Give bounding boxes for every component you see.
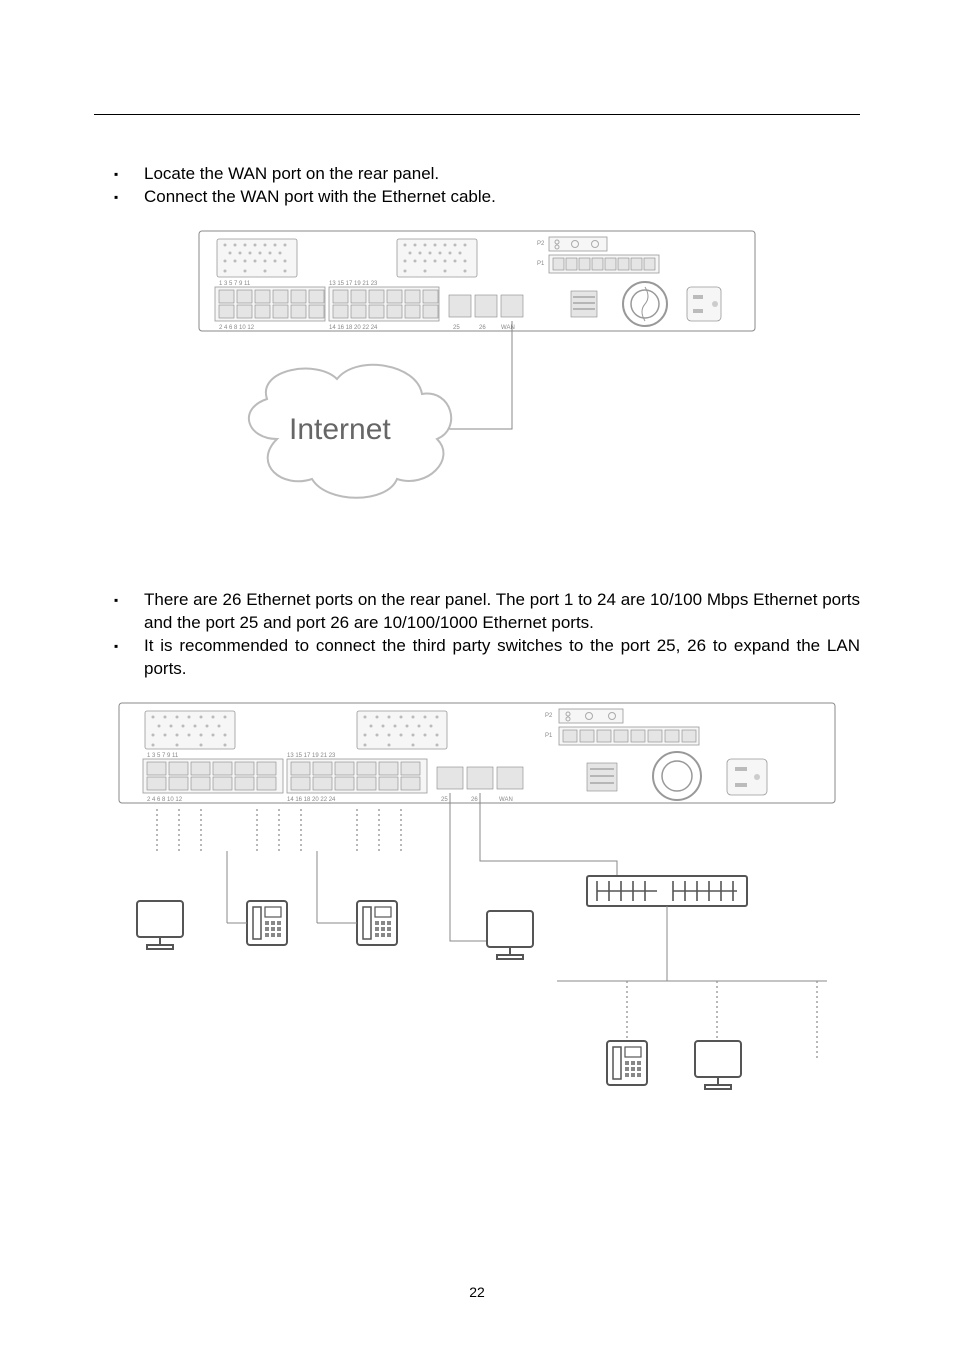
- wan-port-label: WAN: [499, 797, 513, 803]
- svg-text:2 4 6 8 10 12: 2 4 6 8 10 12: [147, 797, 183, 803]
- psu-p1-label: P1: [545, 733, 553, 739]
- lan-cables: [157, 809, 401, 851]
- ip-phone-icon: [247, 901, 287, 945]
- device-panel: P2 P1 1 3 5 7 9 11 13 15 17 19 21 23: [199, 231, 755, 331]
- pc-icon: [137, 901, 183, 949]
- svg-text:1 3 5 7 9 11: 1 3 5 7 9 11: [219, 281, 251, 287]
- section2-bullets: There are 26 Ethernet ports on the rear …: [94, 589, 860, 681]
- svg-text:14 16 18 20 22 24: 14 16 18 20 22 24: [287, 797, 336, 803]
- svg-text:26: 26: [479, 325, 486, 331]
- svg-text:14 16 18 20 22 24: 14 16 18 20 22 24: [329, 325, 378, 331]
- psu-p1-label: P1: [537, 261, 545, 267]
- list-item: Locate the WAN port on the rear panel.: [144, 163, 860, 186]
- ip-phone-icon: [357, 901, 397, 945]
- svg-text:2 4 6 8 10 12: 2 4 6 8 10 12: [219, 325, 255, 331]
- cloud-label: Internet: [289, 413, 391, 446]
- top-divider: [94, 114, 860, 115]
- wan-connection-diagram: P2 P1 1 3 5 7 9 11 13 15 17 19 21 23: [197, 229, 757, 539]
- ip-phone-icon: [607, 1041, 647, 1085]
- internet-cloud-icon: Internet: [249, 365, 451, 498]
- wan-port-label: WAN: [501, 325, 515, 331]
- svg-text:25: 25: [441, 797, 448, 803]
- section1-bullets: Locate the WAN port on the rear panel. C…: [94, 163, 860, 209]
- svg-text:26: 26: [471, 797, 478, 803]
- svg-text:13 15 17 19 21 23: 13 15 17 19 21 23: [287, 753, 336, 759]
- svg-text:13 15 17 19 21 23: 13 15 17 19 21 23: [329, 281, 378, 287]
- lan-connection-diagram: P2 P1 1 3 5 7 9 11 13 15 17 19 21 23 2 4…: [117, 701, 837, 1121]
- pc-icon: [487, 911, 533, 959]
- list-item: There are 26 Ethernet ports on the rear …: [144, 589, 860, 635]
- page-number: 22: [0, 1284, 954, 1300]
- svg-text:1 3 5 7 9 11: 1 3 5 7 9 11: [147, 753, 179, 759]
- pc-icon: [695, 1041, 741, 1089]
- psu-p2-label: P2: [545, 713, 553, 719]
- switch-icon: [587, 876, 747, 906]
- svg-text:25: 25: [453, 325, 460, 331]
- psu-p2-label: P2: [537, 241, 545, 247]
- device-panel: P2 P1 1 3 5 7 9 11 13 15 17 19 21 23 2 4…: [119, 703, 835, 803]
- list-item: Connect the WAN port with the Ethernet c…: [144, 186, 860, 209]
- list-item: It is recommended to connect the third p…: [144, 635, 860, 681]
